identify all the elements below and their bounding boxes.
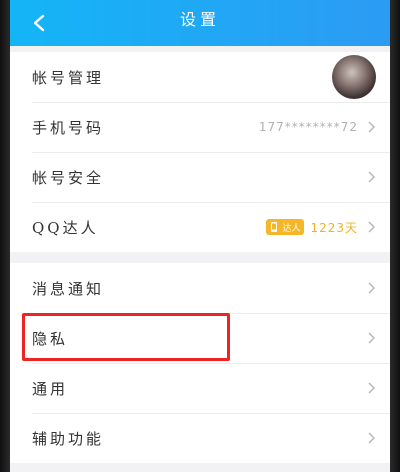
settings-screen: 设置 帐号管理 手机号码 177********72 帐号安全 QQ达人 达人 … xyxy=(10,0,390,472)
settings-item-notifications[interactable]: 消息通知 xyxy=(10,263,390,313)
settings-item-label: 帐号管理 xyxy=(32,68,105,87)
daren-badge: 达人 xyxy=(266,219,305,235)
nav-bar: 设置 xyxy=(10,0,390,46)
chevron-right-icon xyxy=(364,431,378,445)
chevron-right-icon xyxy=(364,220,378,234)
phone-number-value: 177********72 xyxy=(258,120,358,134)
settings-item-label: 手机号码 xyxy=(32,118,105,137)
settings-item-label: 帐号安全 xyxy=(32,168,105,187)
daren-badge-label: 达人 xyxy=(282,223,301,234)
settings-item-account-security[interactable]: 帐号安全 xyxy=(10,152,390,202)
chevron-right-icon xyxy=(364,120,378,134)
settings-item-qq-daren[interactable]: QQ达人 达人 1223天 xyxy=(10,202,390,252)
page-title: 设置 xyxy=(179,10,220,29)
device-edge-left xyxy=(0,0,10,472)
account-settings-group: 帐号管理 手机号码 177********72 帐号安全 QQ达人 达人 122… xyxy=(10,52,390,252)
qq-daren-badge: 达人 1223天 xyxy=(266,219,358,236)
settings-item-account-management[interactable]: 帐号管理 xyxy=(10,52,390,102)
phone-crown-icon xyxy=(271,222,278,232)
general-settings-group: 消息通知 隐私 通用 辅助功能 xyxy=(10,263,390,463)
settings-item-privacy[interactable]: 隐私 xyxy=(10,313,390,363)
settings-item-label: QQ达人 xyxy=(32,218,99,237)
device-edge-right xyxy=(390,0,400,472)
chevron-right-icon xyxy=(364,381,378,395)
settings-item-accessibility[interactable]: 辅助功能 xyxy=(10,413,390,463)
settings-item-phone-number[interactable]: 手机号码 177********72 xyxy=(10,102,390,152)
settings-item-label: 消息通知 xyxy=(32,279,105,298)
settings-item-label: 通用 xyxy=(32,379,69,398)
settings-item-label: 辅助功能 xyxy=(32,429,105,448)
daren-days-value: 1223天 xyxy=(310,220,358,235)
chevron-right-icon xyxy=(364,331,378,345)
settings-item-general[interactable]: 通用 xyxy=(10,363,390,413)
chevron-right-icon xyxy=(364,170,378,184)
chevron-right-icon xyxy=(364,281,378,295)
settings-item-label: 隐私 xyxy=(32,329,69,348)
avatar xyxy=(332,55,376,99)
